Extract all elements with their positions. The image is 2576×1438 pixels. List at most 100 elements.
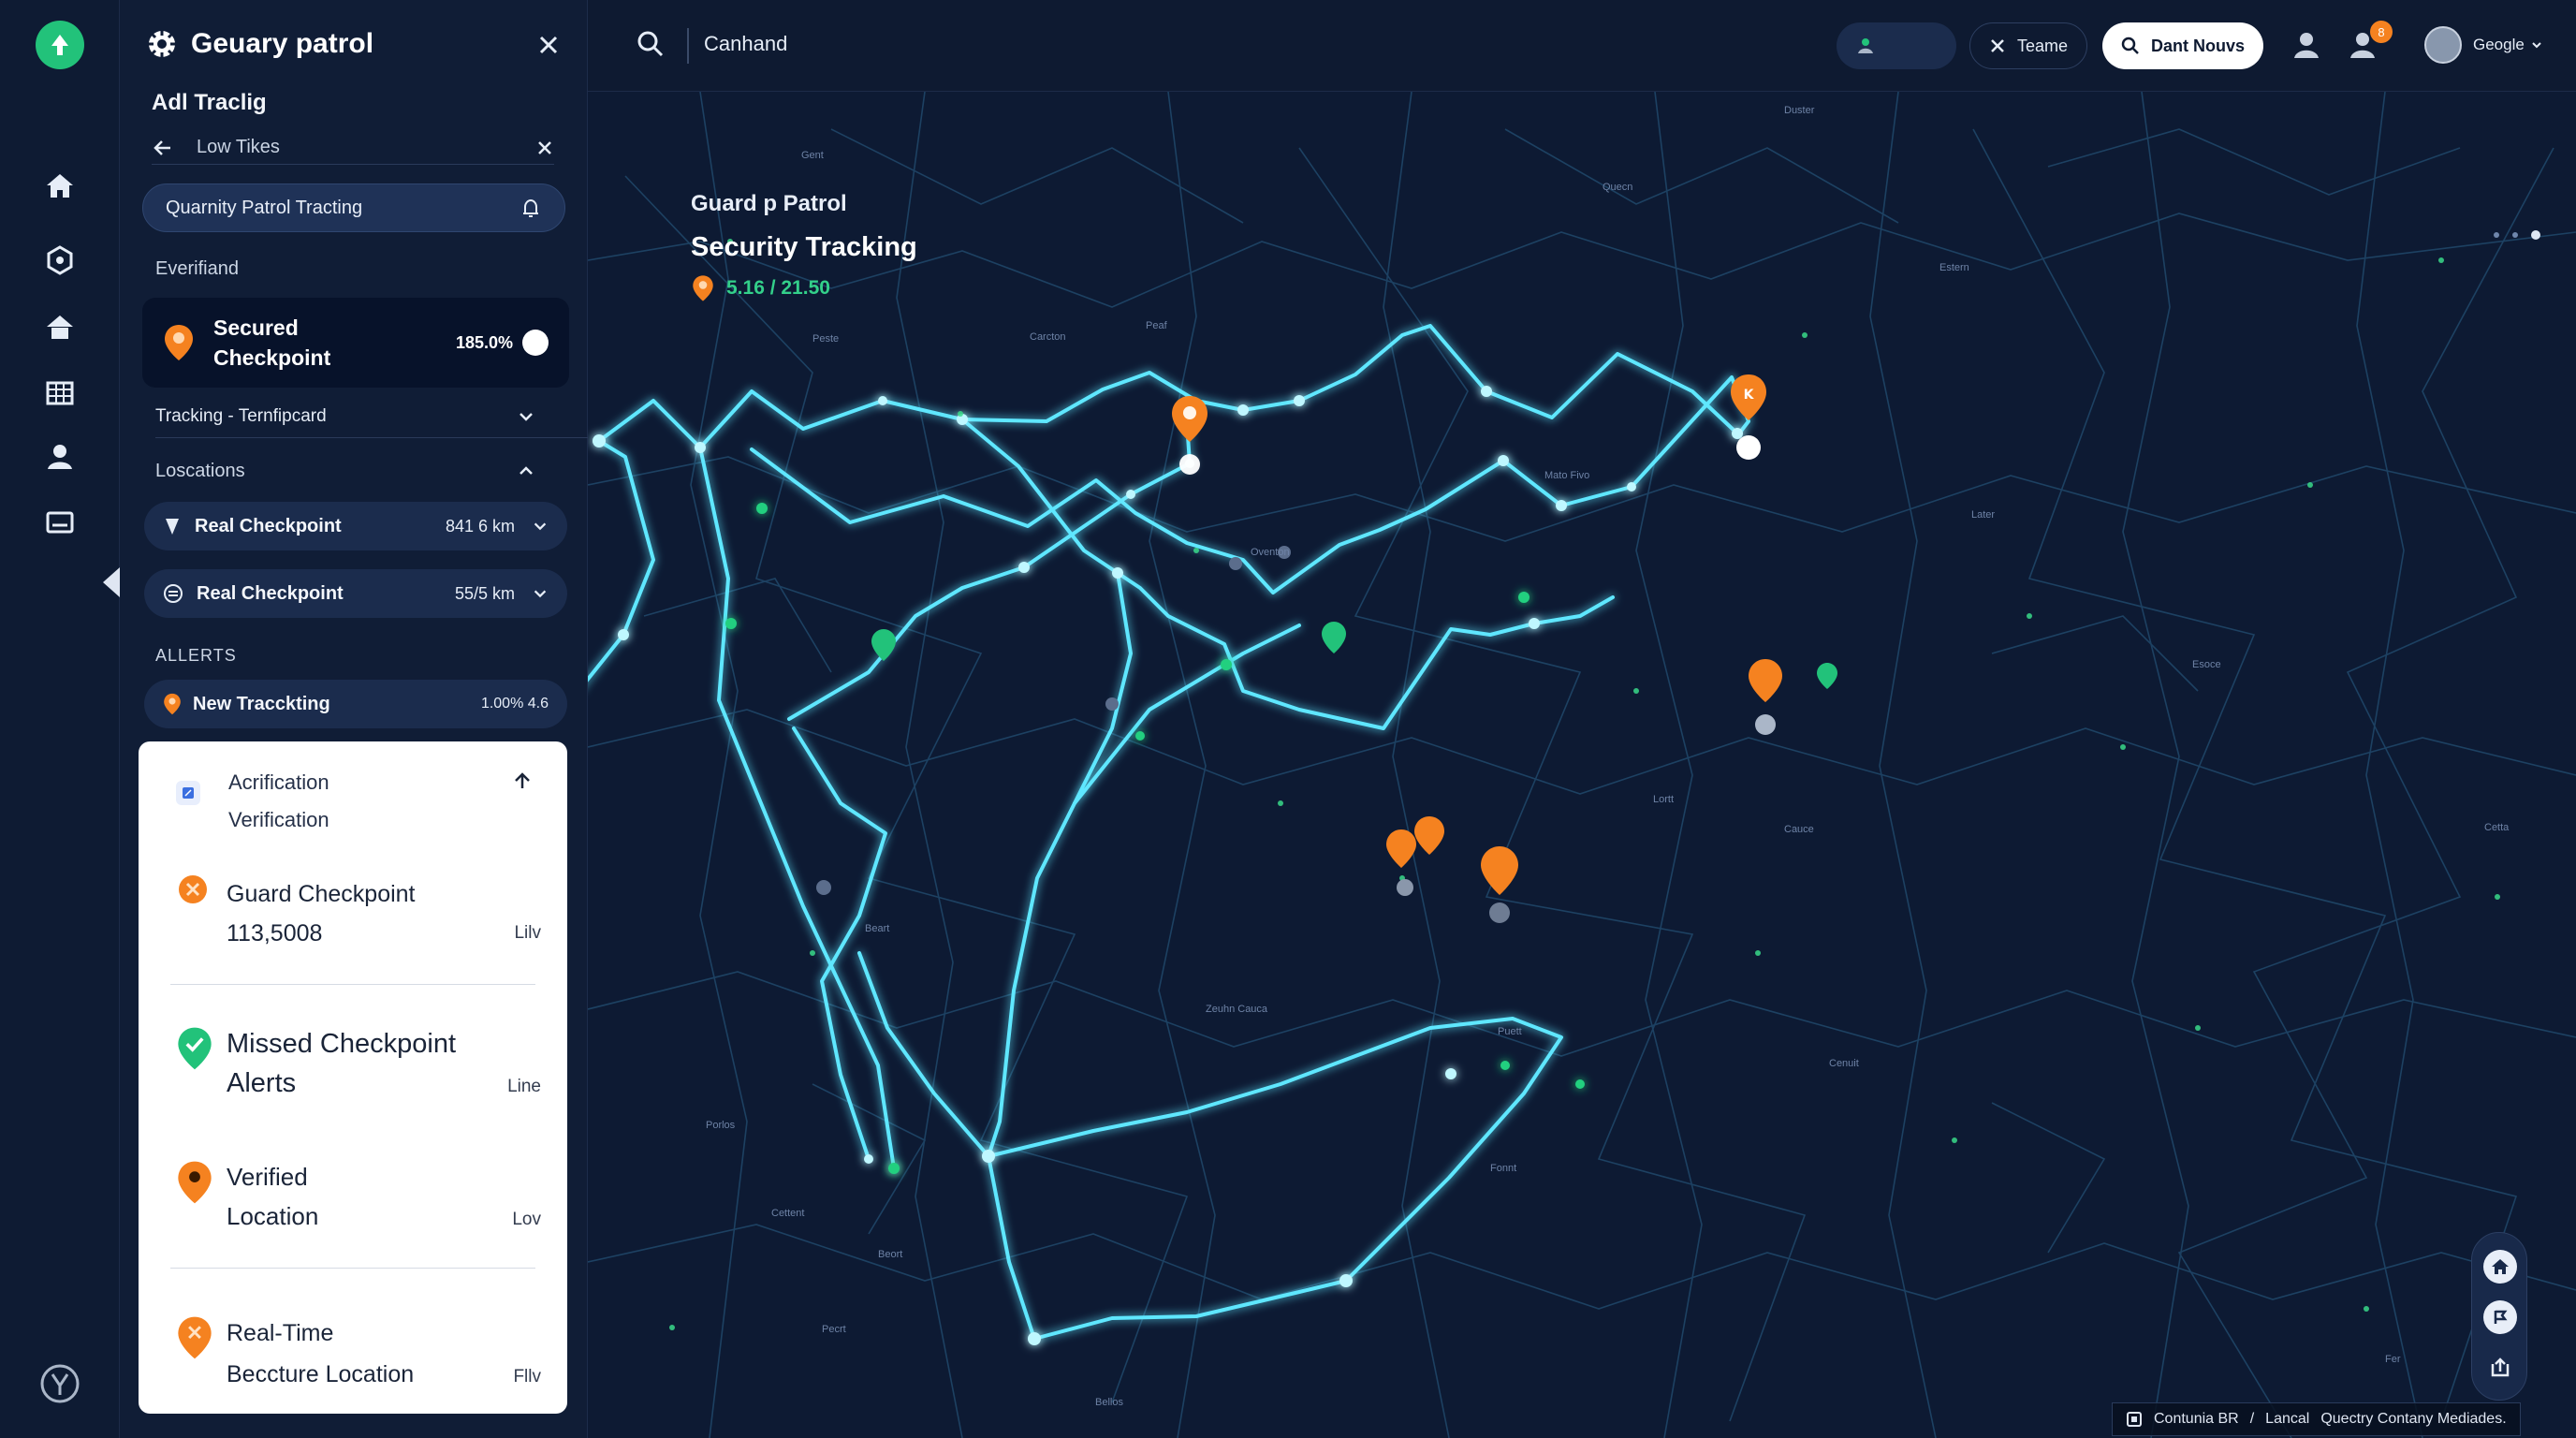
secured-title: Secured Checkpoint	[213, 315, 331, 370]
alert-item[interactable]: Real-Time Beccture Location Fllv	[176, 1313, 541, 1406]
map-info-icon[interactable]	[2126, 1411, 2143, 1428]
alert-tag: Line	[507, 1077, 541, 1096]
search-separator	[687, 28, 689, 64]
alerts-card-header: Acrification Verification	[176, 764, 329, 839]
command-input[interactable]: Canhand	[704, 32, 787, 56]
location-item[interactable]: Real Checkpoint 55/5 km	[144, 569, 567, 618]
alert-subtitle: Beccture Location	[227, 1361, 415, 1387]
alert-row[interactable]: New Tracckting 1.00% 4.6	[144, 680, 567, 728]
alert-title: Missed Checkpoint	[227, 1029, 456, 1059]
page-dot-active[interactable]	[2531, 230, 2540, 240]
location-item[interactable]: Real Checkpoint 841 6 km	[144, 502, 567, 550]
map-street-label: Esoce	[2192, 659, 2221, 670]
map-view[interactable]: K Guard p Patrol Security Tracking 5.16 …	[588, 92, 2576, 1438]
page-dot[interactable]	[2512, 232, 2518, 238]
map-street-label: Fonnt	[1490, 1163, 1517, 1174]
tracking-dropdown-label: Tracking - Ternfipcard	[155, 405, 327, 426]
alert-item[interactable]: Missed Checkpoint Alerts Line	[176, 1024, 541, 1127]
user-search-pill[interactable]	[1837, 22, 1956, 69]
map-street-label: Puett	[1498, 1026, 1522, 1037]
map-street-label: Bellos	[1095, 1397, 1123, 1408]
alert-subtitle: 113,5008	[227, 920, 323, 946]
page-dot[interactable]	[2494, 232, 2499, 238]
chevron-down-icon[interactable]	[517, 407, 535, 426]
chevron-up-icon[interactable]	[517, 462, 535, 480]
alert-title: Real-Time	[227, 1320, 334, 1346]
alert-subtitle: Location	[227, 1202, 319, 1230]
map-stat: 5.16 / 21.50	[726, 277, 830, 299]
icon-rail	[0, 0, 120, 1438]
map-street-label: Cettent	[771, 1208, 805, 1219]
verification-checkbox-icon[interactable]	[176, 781, 200, 805]
attribution-part[interactable]: Quectry Contany Mediades.	[2320, 1411, 2506, 1428]
alert-tag: Lov	[512, 1210, 541, 1229]
map-street-label: Oventon	[1251, 547, 1290, 558]
back-label: Low Tikes	[197, 137, 280, 157]
map-street-label: Beort	[878, 1249, 903, 1260]
user-icon[interactable]	[41, 438, 79, 476]
map-title-block: Guard p Patrol Security Tracking 5.16 / …	[691, 191, 917, 302]
close-icon	[1991, 39, 2004, 52]
profile-icon[interactable]	[2290, 28, 2323, 62]
guard-house-icon[interactable]	[41, 309, 79, 346]
back-arrow-icon[interactable]	[152, 137, 174, 159]
orange-pin-icon	[178, 1161, 212, 1204]
gear-icon	[148, 30, 176, 58]
divider	[170, 984, 535, 985]
back-row[interactable]: Low Tikes	[152, 131, 554, 165]
verified-section-label: Everifiand	[155, 258, 239, 279]
grid-icon[interactable]	[41, 374, 79, 412]
secured-checkpoint-card[interactable]: Secured Checkpoint 185.0%	[142, 298, 569, 388]
target-icon	[164, 584, 183, 603]
location-label: Real Checkpoint	[195, 515, 342, 536]
location-distance: 55/5 km	[454, 583, 515, 603]
account-name: Geogle	[2473, 36, 2525, 53]
orange-pin-icon	[1386, 816, 1444, 896]
bell-icon[interactable]	[520, 197, 542, 219]
home-view-button[interactable]	[2483, 1250, 2517, 1284]
shield-icon[interactable]	[41, 242, 79, 279]
teams-button[interactable]: Teame	[1969, 22, 2088, 69]
secured-percent: 185.0%	[455, 332, 513, 352]
alert-item[interactable]: Verified Location Lov	[176, 1157, 541, 1260]
arrow-up-icon[interactable]	[511, 770, 534, 792]
news-label: Dant Nouvs	[2151, 36, 2246, 55]
app-logo-icon[interactable]	[36, 21, 84, 69]
chevron-down-icon[interactable]	[532, 585, 549, 602]
locations-label: Loscations	[155, 460, 245, 481]
alert-subtitle: Alerts	[227, 1068, 297, 1098]
map-street-label: Peaf	[1146, 320, 1167, 331]
alerts-card: Acrification Verification Guard Checkpoi…	[139, 741, 567, 1414]
alert-item[interactable]: Guard Checkpoint 113,5008 Lilv	[176, 874, 541, 968]
orange-pin-icon	[1749, 659, 1782, 735]
chevron-down-icon[interactable]	[532, 518, 549, 535]
patrol-search-pill[interactable]: Quarnity Patrol Tracting	[142, 183, 565, 232]
account-menu[interactable]: Geogle	[2424, 26, 2543, 64]
flag-icon	[2494, 1310, 2508, 1324]
map-street-label: Lortt	[1653, 794, 1675, 805]
map-page-dots[interactable]	[2494, 230, 2540, 240]
close-panel-icon[interactable]	[535, 32, 562, 58]
checkpoint-view-button[interactable]	[2483, 1300, 2517, 1334]
map-street-label: Quecn	[1603, 182, 1633, 193]
home-icon[interactable]	[41, 167, 79, 204]
news-button[interactable]: Dant Nouvs	[2102, 22, 2264, 69]
map-subtitle: Security Tracking	[691, 232, 917, 262]
monitor-icon[interactable]	[41, 504, 79, 541]
alerts-header-line1: Acrification	[228, 770, 329, 794]
map-street-label: Pecrt	[822, 1324, 846, 1335]
collapse-panel-icon[interactable]	[103, 567, 120, 597]
alerts-header-line2: Verification	[228, 808, 329, 831]
secured-toggle[interactable]	[522, 330, 549, 356]
alert-row-value: 1.00% 4.6	[480, 696, 549, 712]
alert-tag: Fllv	[513, 1367, 541, 1387]
app-root: Geuary patrol Adl Traclig Low Tikes Quar…	[0, 0, 2576, 1438]
clear-icon[interactable]	[535, 139, 554, 157]
map-street-label: Cenuit	[1829, 1058, 1859, 1069]
share-location-button[interactable]	[2483, 1351, 2517, 1385]
compass-icon[interactable]	[37, 1361, 82, 1406]
location-label: Real Checkpoint	[197, 582, 344, 604]
orange-pin-icon	[1172, 396, 1208, 475]
search-icon[interactable]	[635, 28, 666, 60]
map-attribution: Contunia BR / Lancal Quectry Contany Med…	[2112, 1402, 2521, 1436]
